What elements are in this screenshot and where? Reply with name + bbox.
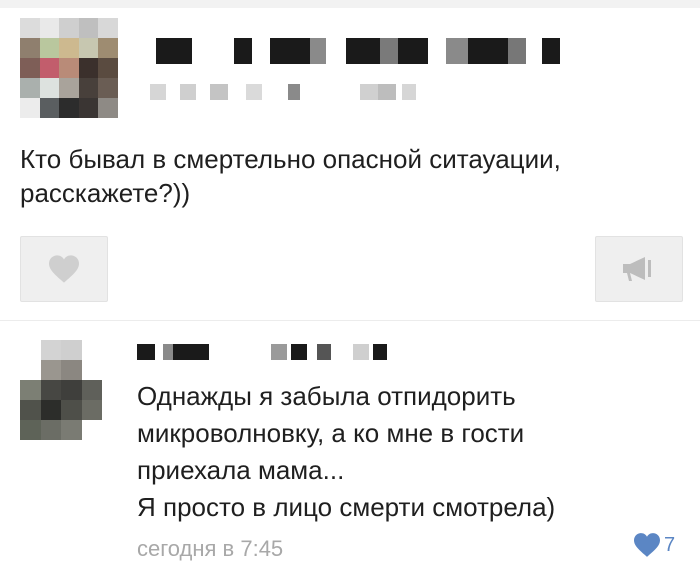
- post-text: Кто бывал в смертельно опасной ситауации…: [20, 142, 680, 210]
- comment-like-count: 7: [664, 533, 676, 556]
- comment-text-line: приехала мама...: [137, 455, 345, 485]
- comment-timestamp[interactable]: сегодня в 7:45: [137, 536, 283, 562]
- post-author-name-censored[interactable]: [156, 38, 560, 64]
- post-author-avatar[interactable]: [20, 18, 118, 118]
- heart-icon: [634, 533, 660, 557]
- comment-author-avatar[interactable]: [20, 340, 102, 440]
- post-text-line: расскажете?)): [20, 178, 191, 208]
- heart-icon: [49, 255, 79, 283]
- comment-text-line: Я просто в лицо смерти смотрела): [137, 492, 556, 522]
- post-text-line: Кто бывал в смертельно опасной ситауации…: [20, 144, 561, 174]
- comment-like-button[interactable]: 7: [632, 532, 675, 558]
- comment-text: Однажды я забыла отпидорить микроволновк…: [137, 378, 697, 526]
- top-strip: [0, 0, 700, 8]
- megaphone-icon: [623, 257, 651, 281]
- comment-author-name-censored[interactable]: [137, 344, 387, 360]
- like-button[interactable]: [20, 236, 108, 302]
- post-divider: [0, 320, 700, 321]
- comment-text-line: Однажды я забыла отпидорить: [137, 381, 516, 411]
- comment-text-line: микроволновку, а ко мне в гости: [137, 418, 525, 448]
- share-button[interactable]: [595, 236, 683, 302]
- post-meta-censored: [150, 84, 416, 100]
